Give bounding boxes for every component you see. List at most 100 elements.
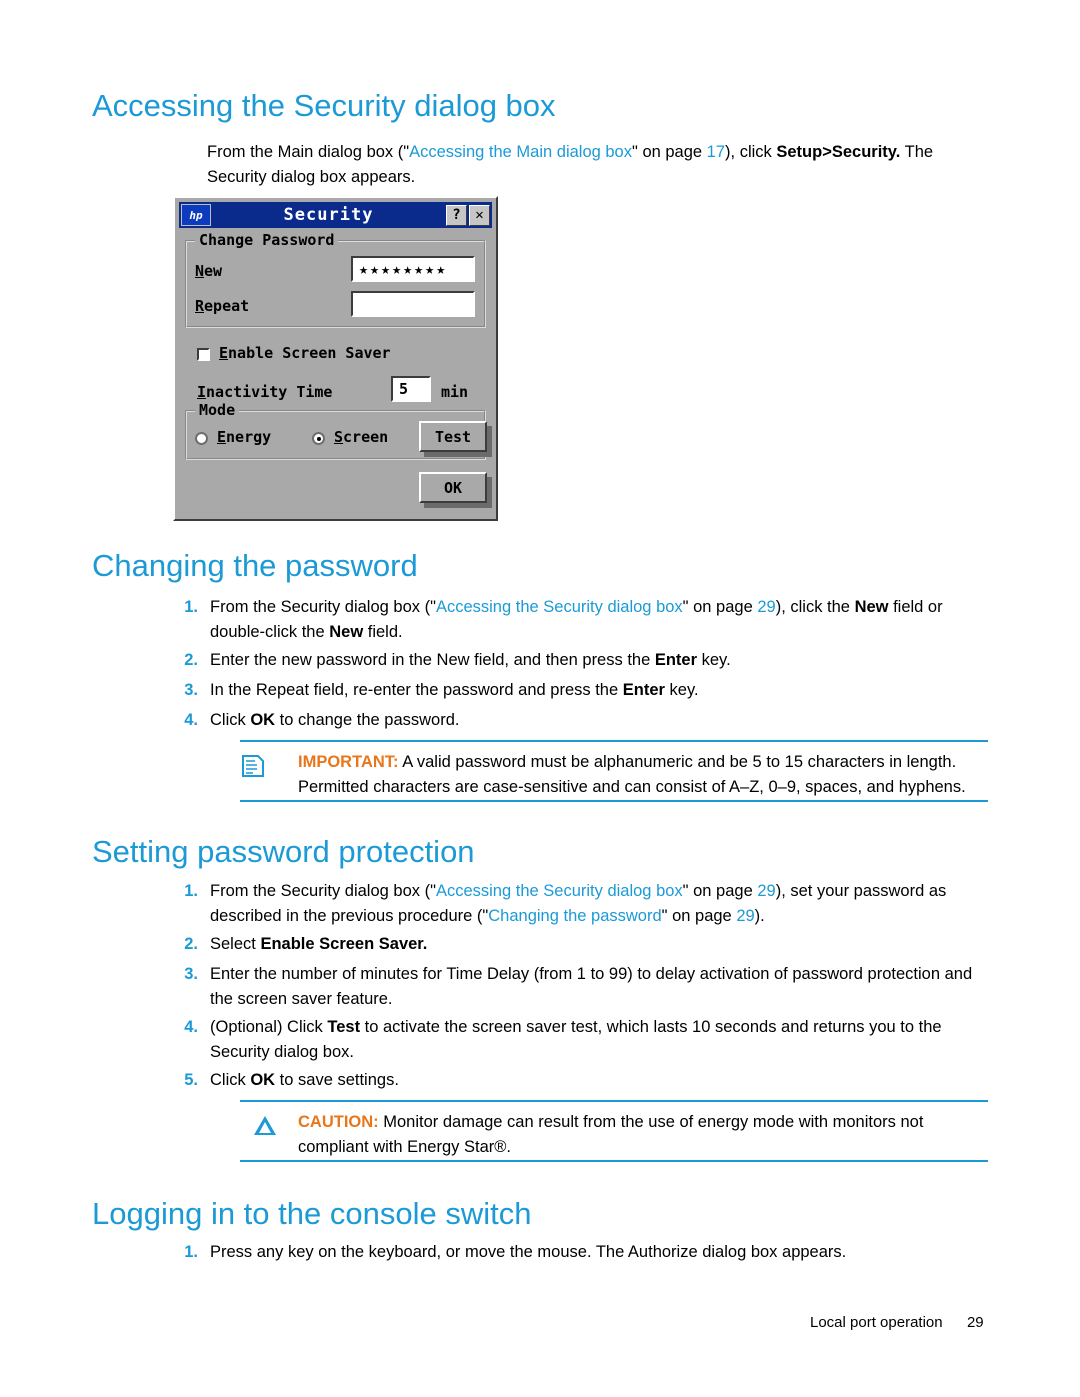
input-repeat-password[interactable] <box>351 291 475 317</box>
link-accessing-main-dialog-box[interactable]: Accessing the Main dialog box <box>409 143 632 161</box>
document-page: Accessing the Security dialog box From t… <box>0 0 1080 1397</box>
label-new: New <box>195 262 223 280</box>
important-label: IMPORTANT: <box>298 753 399 771</box>
text-run: (Optional) Click <box>210 1018 328 1036</box>
text-bold-new: New <box>329 623 364 641</box>
label-inactivity-time: Inactivity Time <box>197 383 333 401</box>
heading-setting-password-protection: Setting password protection <box>92 834 475 869</box>
link-accessing-security-dialog-box[interactable]: Accessing the Security dialog box <box>436 598 683 616</box>
test-button[interactable]: Test <box>419 421 487 452</box>
list-text: From the Security dialog box ("Accessing… <box>210 879 987 929</box>
input-inactivity-time[interactable]: 5 <box>391 376 431 402</box>
text-run: Enter the new password in the New field,… <box>210 651 655 669</box>
link-page-29[interactable]: 29 <box>757 598 775 616</box>
ok-button[interactable]: OK <box>419 472 487 503</box>
close-icon[interactable]: ✕ <box>469 204 490 226</box>
list-item: 4. (Optional) Click Test to activate the… <box>172 1015 987 1065</box>
text-run: ), click the <box>775 598 855 616</box>
list-text: Enter the number of minutes for Time Del… <box>210 962 987 1012</box>
caution-notice-text: CAUTION: Monitor damage can result from … <box>298 1102 988 1160</box>
important-notice: IMPORTANT: A valid password must be alph… <box>240 740 988 802</box>
list-number: 3. <box>184 681 198 699</box>
text-run: field. <box>363 623 403 641</box>
text-run: Select <box>210 935 261 953</box>
text-run: to change the password. <box>275 711 460 729</box>
list-item: 1. From the Security dialog box ("Access… <box>172 879 987 929</box>
dialog-title: Security <box>283 205 374 225</box>
list-item: 5. Click OK to save settings. <box>172 1068 987 1093</box>
text-bold-ok: OK <box>250 1071 276 1089</box>
list-item: 3. In the Repeat field, re-enter the pas… <box>172 678 982 703</box>
text-bold-enter: Enter <box>654 651 698 669</box>
dialog-titlebar: hp Security ? ✕ <box>179 202 492 228</box>
text-bold-test: Test <box>327 1018 361 1036</box>
intro-text-c: ), click <box>725 143 777 161</box>
link-page-29[interactable]: 29 <box>736 907 754 925</box>
text-run: key. <box>697 651 731 669</box>
text-run: " on page <box>682 598 758 616</box>
text-run: From the Security dialog box (" <box>210 598 436 616</box>
caution-triangle-icon <box>240 1102 290 1140</box>
list-item: 1. From the Security dialog box ("Access… <box>172 595 982 645</box>
heading-accessing-security-dialog-box: Accessing the Security dialog box <box>92 88 556 123</box>
text-run: " on page <box>682 882 758 900</box>
list-item: 1. Press any key on the keyboard, or mov… <box>172 1240 987 1265</box>
note-icon <box>240 742 290 778</box>
list-text: From the Security dialog box ("Accessing… <box>210 595 982 645</box>
caution-notice: CAUTION: Monitor damage can result from … <box>240 1100 988 1162</box>
group-change-password-label: Change Password <box>195 231 339 249</box>
radio-energy[interactable] <box>195 432 208 445</box>
list-number: 4. <box>184 1018 198 1036</box>
list-number: 1. <box>184 882 198 900</box>
text-bold-ok: OK <box>250 711 276 729</box>
list-number: 1. <box>184 1243 198 1261</box>
important-body: A valid password must be alphanumeric an… <box>298 753 966 796</box>
list-text: (Optional) Click Test to activate the sc… <box>210 1015 987 1065</box>
text-run: Click <box>210 1071 251 1089</box>
intro-bold-setup-security: Setup>Security. <box>776 143 901 161</box>
link-changing-the-password[interactable]: Changing the password <box>488 907 661 925</box>
list-number: 3. <box>184 965 198 983</box>
heading-logging-in-console-switch: Logging in to the console switch <box>92 1196 532 1231</box>
accessing-intro-paragraph: From the Main dialog box ("Accessing the… <box>207 140 997 190</box>
checkbox-enable-screen-saver[interactable] <box>197 348 210 361</box>
text-run: ). <box>754 907 765 925</box>
list-item: 3. Enter the number of minutes for Time … <box>172 962 987 1012</box>
list-number: 2. <box>184 651 198 669</box>
footer-text: Local port operation 29 <box>810 1314 984 1331</box>
important-notice-text: IMPORTANT: A valid password must be alph… <box>298 742 988 800</box>
list-text: Click OK to save settings. <box>210 1068 987 1093</box>
intro-text-a: From the Main dialog box (" <box>207 143 410 161</box>
link-page-17[interactable]: 17 <box>707 143 725 161</box>
text-run: From the Security dialog box (" <box>210 882 436 900</box>
hp-logo-icon: hp <box>181 204 211 226</box>
input-new-password[interactable]: ★★★★★★★★ <box>351 256 475 282</box>
link-page-29[interactable]: 29 <box>757 882 775 900</box>
label-energy: Energy <box>217 428 272 446</box>
link-accessing-security-dialog-box[interactable]: Accessing the Security dialog box <box>436 882 683 900</box>
list-text: Click OK to change the password. <box>210 708 982 733</box>
list-text: In the Repeat field, re-enter the passwo… <box>210 678 982 703</box>
label-repeat: Repeat <box>195 297 250 315</box>
footer-page-number: 29 <box>966 1314 984 1331</box>
list-number: 4. <box>184 711 198 729</box>
help-icon[interactable]: ? <box>446 204 467 226</box>
caution-label: CAUTION: <box>298 1113 379 1131</box>
text-run: " on page <box>661 907 737 925</box>
list-item: 2. Enter the new password in the New fie… <box>172 648 982 673</box>
text-run: key. <box>664 681 699 699</box>
text-bold-enable-screen-saver: Enable Screen Saver. <box>260 935 428 953</box>
text-run: Click <box>210 711 251 729</box>
label-enable-screen-saver: Enable Screen Saver <box>219 344 391 362</box>
list-number: 2. <box>184 935 198 953</box>
text-run: Press any key on the keyboard, or move t… <box>210 1243 847 1261</box>
radio-screen[interactable] <box>312 432 325 445</box>
text-bold-new: New <box>854 598 889 616</box>
list-text: Select Enable Screen Saver. <box>210 932 987 957</box>
list-number: 1. <box>184 598 198 616</box>
security-dialog-screenshot: hp Security ? ✕ Change Password New ★★★★… <box>173 196 498 521</box>
intro-text-b: " on page <box>632 143 707 161</box>
text-run: to save settings. <box>275 1071 399 1089</box>
heading-changing-the-password: Changing the password <box>92 548 418 583</box>
text-run: Enter the number of minutes for Time Del… <box>210 965 973 1008</box>
